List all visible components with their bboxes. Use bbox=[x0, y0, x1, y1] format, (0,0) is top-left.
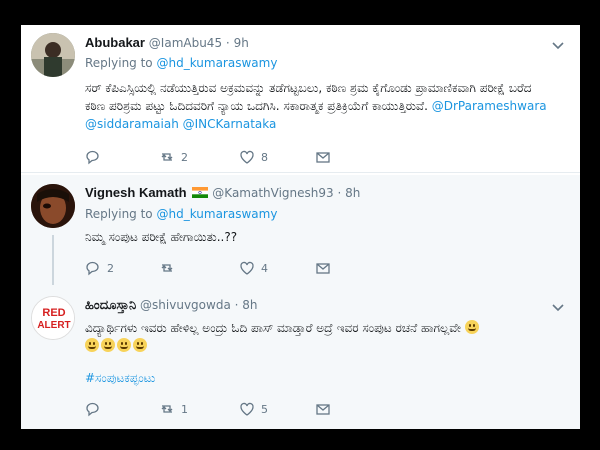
heart-icon bbox=[240, 150, 254, 164]
envelope-icon bbox=[316, 152, 330, 163]
retweet-button[interactable]: 2 bbox=[159, 147, 188, 167]
hashtag-link[interactable]: #ಸಂಪುಟಕಪ್ಫಂಟು bbox=[85, 371, 155, 385]
tweet-actions: 2 8 bbox=[85, 147, 385, 167]
reply-icon bbox=[86, 261, 99, 276]
like-button[interactable]: 4 bbox=[239, 258, 268, 278]
envelope-icon bbox=[316, 404, 330, 415]
tweet-actions: 2 4 bbox=[85, 258, 385, 278]
screenshot-frame: Abubakar @IamAbu45 · 9h Replying to @hd_… bbox=[0, 0, 600, 450]
display-name[interactable]: ಹಿಂದೂಸ್ತಾನಿ bbox=[85, 297, 136, 312]
like-count: 5 bbox=[261, 402, 268, 416]
user-handle[interactable]: @shivuvgowda bbox=[140, 298, 231, 312]
direct-message-button[interactable] bbox=[315, 147, 331, 167]
reply-icon bbox=[86, 402, 99, 417]
replying-to-link[interactable]: @hd_kumaraswamy bbox=[156, 207, 277, 221]
separator-dot: · bbox=[234, 298, 239, 312]
india-flag-icon bbox=[192, 187, 209, 198]
avatar[interactable] bbox=[31, 184, 75, 228]
user-handle[interactable]: @KamathVignesh93 bbox=[212, 186, 333, 200]
direct-message-button[interactable] bbox=[315, 399, 331, 419]
display-name[interactable]: Abubakar bbox=[85, 35, 145, 50]
hashtag-line: #ಸಂಪುಟಕಪ್ಫಂಟು bbox=[85, 369, 550, 387]
laughing-emoji-icon bbox=[464, 320, 479, 334]
replying-prefix: Replying to bbox=[85, 207, 153, 221]
heart-icon bbox=[240, 261, 254, 275]
avatar-text-alert: ALERT bbox=[37, 320, 70, 331]
like-count: 8 bbox=[261, 150, 268, 164]
laughing-emoji-icon bbox=[85, 338, 99, 352]
separator-dot: · bbox=[225, 36, 230, 50]
like-count: 4 bbox=[261, 261, 268, 275]
retweet-count: 2 bbox=[181, 150, 188, 164]
grinning-emoji-icon bbox=[117, 338, 131, 352]
tweet-abubakar[interactable]: Abubakar @IamAbu45 · 9h Replying to @hd_… bbox=[21, 25, 580, 173]
separator-dot: · bbox=[337, 186, 342, 200]
tweet-header: Abubakar @IamAbu45 · 9h bbox=[85, 35, 249, 50]
timestamp[interactable]: 8h bbox=[345, 186, 360, 200]
replies-panel: Abubakar @IamAbu45 · 9h Replying to @hd_… bbox=[21, 25, 580, 429]
retweet-button[interactable]: 1 bbox=[159, 399, 188, 419]
retweet-count: 1 bbox=[181, 402, 188, 416]
retweet-icon bbox=[161, 405, 173, 413]
timestamp[interactable]: 9h bbox=[234, 36, 249, 50]
chevron-down-icon[interactable] bbox=[550, 37, 566, 53]
reply-button[interactable]: 2 bbox=[85, 258, 114, 278]
display-name[interactable]: Vignesh Kamath bbox=[85, 185, 187, 200]
thread-connector bbox=[52, 235, 54, 285]
retweet-button[interactable] bbox=[159, 258, 181, 278]
tweet-text-content: ವಿದ್ಯಾರ್ಥಿಗಳು ಇವರು ಹೇಳಿಲ್ಲ ಅಂದ್ರು ಓದಿ ಪಾ… bbox=[85, 321, 461, 335]
chevron-down-icon[interactable] bbox=[550, 299, 566, 315]
grinning-emoji-icon bbox=[133, 338, 147, 352]
tweet-header: Vignesh Kamath @KamathVignesh93 · 8h bbox=[85, 185, 360, 200]
envelope-icon bbox=[316, 263, 330, 274]
replying-to-line: Replying to @hd_kumaraswamy bbox=[85, 56, 277, 70]
tweet-header: ಹಿಂದೂಸ್ತಾನಿ @shivuvgowda · 8h bbox=[85, 297, 258, 313]
like-button[interactable]: 5 bbox=[239, 399, 268, 419]
replying-to-link[interactable]: @hd_kumaraswamy bbox=[156, 56, 277, 70]
replying-to-line: Replying to @hd_kumaraswamy bbox=[85, 207, 277, 221]
retweet-icon bbox=[161, 264, 173, 272]
tweet-text: ನಿಮ್ಮ ಸಂಪುಟ ಪರೀಕ್ಷೆ ಹೇಗಾಯಿತು..?? bbox=[85, 228, 550, 246]
reply-button[interactable] bbox=[85, 399, 107, 419]
avatar[interactable] bbox=[31, 33, 75, 77]
avatar-text-red: RED bbox=[42, 307, 65, 319]
laughing-emoji-icon bbox=[101, 338, 115, 352]
reply-icon bbox=[86, 150, 99, 165]
reply-button[interactable] bbox=[85, 147, 107, 167]
retweet-icon bbox=[161, 153, 173, 161]
reply-count: 2 bbox=[107, 261, 114, 275]
like-button[interactable]: 8 bbox=[239, 147, 268, 167]
tweet-text: ವಿದ್ಯಾರ್ಥಿಗಳು ಇವರು ಹೇಳಿಲ್ಲ ಅಂದ್ರು ಓದಿ ಪಾ… bbox=[85, 319, 550, 355]
tweet-text: ಸರ್ ಕೆಪಿಎಸ್ಸಿಯಲ್ಲಿ ನಡೆಯುತ್ತಿರುವ ಅಕ್ರಮವನ್… bbox=[85, 79, 550, 133]
timestamp[interactable]: 8h bbox=[242, 298, 257, 312]
tweet-text-content: ನಿಮ್ಮ ಸಂಪುಟ ಪರೀಕ್ಷೆ ಹೇಗಾಯಿತು..?? bbox=[85, 230, 238, 244]
user-handle[interactable]: @IamAbu45 bbox=[149, 36, 222, 50]
direct-message-button[interactable] bbox=[315, 258, 331, 278]
heart-icon bbox=[240, 402, 254, 416]
avatar[interactable]: RED ALERT bbox=[31, 296, 75, 340]
tweet-actions: 1 5 bbox=[85, 399, 385, 419]
replying-prefix: Replying to bbox=[85, 56, 153, 70]
